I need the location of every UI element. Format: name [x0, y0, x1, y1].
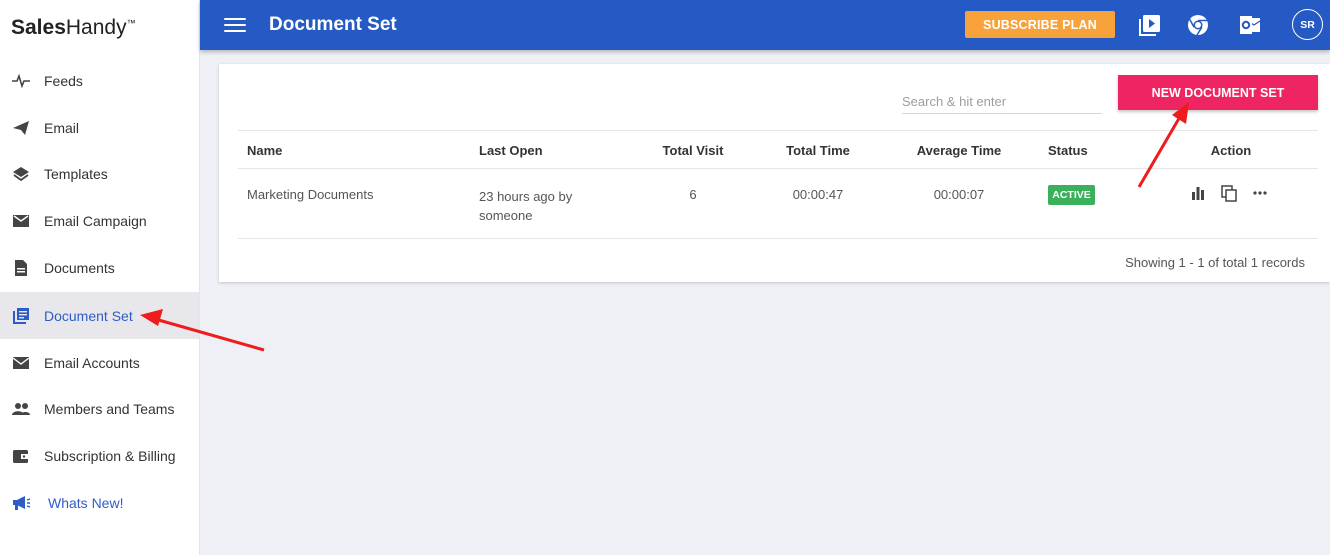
- cell-total-time: 00:00:47: [792, 187, 844, 202]
- cell-average-time: 00:00:07: [933, 187, 985, 202]
- logo-text-bold: Sales: [11, 16, 66, 39]
- last-open-line: someone: [479, 208, 533, 223]
- more-horizontal-icon[interactable]: [1251, 184, 1269, 202]
- sidebar-item-documents[interactable]: Documents: [0, 244, 199, 291]
- sidebar-item-subscription-billing[interactable]: Subscription & Billing: [0, 432, 199, 479]
- column-header-total-time: Total Time: [786, 143, 850, 158]
- column-header-action: Action: [1210, 143, 1252, 158]
- video-tutorial-icon[interactable]: [1138, 13, 1162, 37]
- table-divider: [238, 168, 1318, 169]
- sidebar-item-label: Documents: [44, 259, 115, 276]
- user-avatar[interactable]: SR: [1292, 9, 1323, 40]
- cell-total-visit: 6: [689, 187, 697, 202]
- cell-last-open: 23 hours ago by someone: [479, 187, 572, 225]
- sidebar-item-document-set[interactable]: Document Set: [0, 292, 199, 339]
- saleshandy-logo[interactable]: SalesHandy™: [0, 0, 199, 52]
- sidebar-item-email-accounts[interactable]: Email Accounts: [0, 339, 199, 386]
- copy-icon[interactable]: [1220, 184, 1238, 202]
- column-header-last-open: Last Open: [479, 143, 543, 158]
- envelope-icon: [11, 353, 31, 373]
- top-header: Document Set SUBSCRIBE PLAN SR: [200, 0, 1330, 50]
- hamburger-menu-icon[interactable]: [224, 15, 246, 35]
- column-header-total-visit: Total Visit: [662, 143, 724, 158]
- sidebar-item-email-campaign[interactable]: Email Campaign: [0, 197, 199, 244]
- page-title: Document Set: [269, 14, 397, 35]
- mail-box-icon: [11, 211, 31, 231]
- sidebar-item-label: Email Campaign: [44, 212, 147, 229]
- chrome-icon[interactable]: [1186, 13, 1210, 37]
- sidebar-item-templates[interactable]: Templates: [0, 150, 199, 197]
- cell-document-set-name[interactable]: Marketing Documents: [247, 187, 373, 202]
- sidebar-item-label: Feeds: [44, 72, 83, 89]
- sidebar-item-label: Templates: [44, 165, 108, 182]
- sidebar-item-feeds[interactable]: Feeds: [0, 57, 199, 104]
- outlook-icon[interactable]: [1238, 13, 1262, 37]
- logo-text-regular: Handy: [65, 16, 127, 39]
- sidebar-item-label: Whats New!: [48, 494, 124, 511]
- status-badge: ACTIVE: [1048, 185, 1095, 205]
- new-document-set-button[interactable]: NEW DOCUMENT SET: [1118, 75, 1318, 110]
- column-header-average-time: Average Time: [916, 143, 1002, 158]
- megaphone-icon: [11, 493, 31, 513]
- sidebar-item-email[interactable]: Email: [0, 104, 199, 151]
- document-set-card: NEW DOCUMENT SET Name Last Open Total Vi…: [219, 64, 1330, 282]
- bar-chart-icon[interactable]: [1189, 184, 1207, 202]
- records-count: Showing 1 - 1 of total 1 records: [1125, 255, 1305, 270]
- sidebar: SalesHandy™ Feeds Email Templates Email …: [0, 0, 200, 555]
- search-input[interactable]: [902, 92, 1102, 114]
- sidebar-item-label: Email Accounts: [44, 354, 140, 371]
- sidebar-item-label: Members and Teams: [44, 400, 175, 417]
- layers-icon: [11, 164, 31, 184]
- document-icon: [11, 258, 31, 278]
- subscribe-plan-button[interactable]: SUBSCRIBE PLAN: [965, 11, 1115, 38]
- table-divider: [238, 130, 1318, 131]
- send-icon: [11, 118, 31, 138]
- library-icon: [11, 306, 31, 326]
- logo-trademark: ™: [126, 18, 136, 28]
- wallet-icon: [11, 446, 31, 466]
- column-header-status: Status: [1048, 143, 1088, 158]
- sidebar-item-whats-new[interactable]: Whats New!: [0, 479, 199, 526]
- sidebar-item-label: Email: [44, 119, 80, 136]
- people-icon: [11, 399, 31, 419]
- table-divider: [238, 238, 1318, 239]
- last-open-line: 23 hours ago by: [479, 189, 573, 204]
- sidebar-item-label: Subscription & Billing: [44, 447, 176, 464]
- sidebar-item-label: Document Set: [44, 307, 133, 324]
- pulse-icon: [11, 71, 31, 91]
- sidebar-item-members-and-teams[interactable]: Members and Teams: [0, 385, 199, 432]
- column-header-name: Name: [247, 143, 283, 158]
